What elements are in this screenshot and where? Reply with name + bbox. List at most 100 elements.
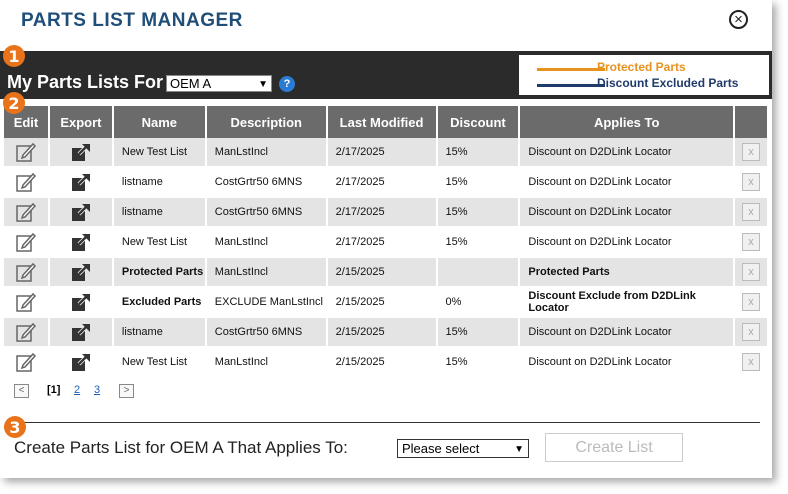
export-icon[interactable] — [71, 264, 91, 281]
table-header-row: Edit Export Name Description Last Modifi… — [4, 106, 770, 138]
row-last-modified: 2/15/2025 — [326, 257, 438, 288]
export-icon[interactable] — [71, 294, 91, 311]
edit-cell — [4, 197, 50, 228]
section-divider — [12, 422, 760, 423]
table-row: Excluded Parts EXCLUDE ManLstIncl 2/15/202… — [4, 287, 770, 318]
pager-page-3-link[interactable]: 3 — [94, 384, 100, 396]
oem-select-value: OEM A — [170, 76, 212, 91]
legend-excluded-label: Discount Excluded Parts — [597, 76, 739, 90]
table-row: listname CostGrtr50 6MNS 2/15/2025 15% Disco… — [4, 317, 770, 348]
table-row: listname CostGrtr50 6MNS 2/17/2025 15% Disco… — [4, 197, 770, 228]
parts-list-dialog: PARTS LIST MANAGER × 1 My Parts Lists Fo… — [0, 0, 772, 478]
row-name: New Test List — [112, 227, 207, 258]
edit-icon[interactable] — [15, 142, 37, 162]
pager-next-button[interactable]: > — [119, 384, 134, 398]
col-header-discount[interactable]: Discount — [436, 106, 521, 138]
export-cell — [48, 227, 114, 258]
row-last-modified: 2/17/2025 — [326, 197, 438, 228]
row-name: Excluded Parts — [112, 287, 207, 318]
export-icon[interactable] — [71, 354, 91, 371]
export-icon[interactable] — [71, 174, 91, 191]
edit-icon[interactable] — [15, 202, 37, 222]
edit-icon[interactable] — [15, 292, 37, 312]
row-applies-to: Discount on D2DLink Locator — [519, 347, 735, 378]
edit-cell — [4, 167, 50, 198]
delete-cell: x — [733, 197, 770, 228]
export-icon[interactable] — [71, 324, 91, 341]
edit-icon[interactable] — [15, 322, 37, 342]
edit-icon[interactable] — [15, 352, 37, 372]
table-row: listname CostGrtr50 6MNS 2/17/2025 15% Disco… — [4, 167, 770, 198]
col-header-applies-to[interactable]: Applies To — [519, 106, 735, 138]
edit-icon[interactable] — [15, 172, 37, 192]
edit-icon[interactable] — [15, 262, 37, 282]
delete-cell: x — [733, 347, 770, 378]
row-applies-to: Discount on D2DLink Locator — [519, 227, 735, 258]
pager-page-2-link[interactable]: 2 — [74, 384, 80, 396]
delete-cell: x — [733, 257, 770, 288]
help-icon[interactable]: ? — [279, 76, 295, 92]
parts-lists-table: Edit Export Name Description Last Modifi… — [4, 106, 770, 378]
export-icon[interactable] — [71, 204, 91, 221]
delete-row-button[interactable]: x — [741, 323, 760, 341]
row-description: ManLstIncl — [205, 227, 328, 258]
edit-icon[interactable] — [15, 232, 37, 252]
row-name: listname — [112, 167, 207, 198]
delete-row-button[interactable]: x — [741, 353, 760, 371]
row-name: Protected Parts — [112, 257, 207, 288]
delete-row-button[interactable]: x — [741, 263, 760, 281]
edit-cell — [4, 317, 50, 348]
my-lists-label: My Parts Lists For — [7, 72, 164, 92]
delete-cell: x — [733, 167, 770, 198]
chevron-down-icon: ▼ — [514, 444, 524, 455]
row-discount: 0% — [436, 287, 521, 318]
row-last-modified: 2/17/2025 — [326, 167, 438, 198]
export-cell — [48, 317, 114, 348]
row-discount: 15% — [436, 347, 521, 378]
chevron-down-icon: ▼ — [258, 79, 268, 90]
row-last-modified: 2/17/2025 — [326, 138, 438, 168]
row-name: New Test List — [112, 347, 207, 378]
delete-row-button[interactable]: x — [741, 233, 760, 251]
row-last-modified: 2/15/2025 — [326, 287, 438, 318]
export-icon[interactable] — [71, 144, 91, 161]
create-list-button[interactable]: Create List — [545, 433, 683, 462]
table-row: New Test List ManLstIncl 2/17/2025 15% Disco… — [4, 138, 770, 168]
row-name: New Test List — [112, 138, 207, 168]
row-description: ManLstIncl — [205, 138, 328, 168]
row-discount: 15% — [436, 317, 521, 348]
oem-select[interactable]: OEM A ▼ — [166, 75, 272, 92]
row-applies-to: Protected Parts — [519, 257, 735, 288]
row-description: ManLstIncl — [205, 347, 328, 378]
legend: Protected Parts Discount Excluded Parts — [519, 55, 769, 95]
step-badge-1: 1 — [3, 45, 25, 67]
applies-to-select[interactable]: Please select ▼ — [397, 439, 529, 458]
close-icon[interactable]: × — [729, 10, 748, 29]
table-row: New Test List ManLstIncl 2/17/2025 15% Disco… — [4, 227, 770, 258]
edit-cell — [4, 287, 50, 318]
export-cell — [48, 197, 114, 228]
row-applies-to: Discount on D2DLink Locator — [519, 138, 735, 168]
delete-row-button[interactable]: x — [741, 173, 760, 191]
row-description: ManLstIncl — [205, 257, 328, 288]
delete-row-button[interactable]: x — [741, 203, 760, 221]
delete-row-button[interactable]: x — [741, 143, 760, 161]
col-header-description[interactable]: Description — [205, 106, 328, 138]
create-list-label: Create Parts List for OEM A That Applies… — [14, 438, 348, 457]
delete-cell: x — [733, 138, 770, 168]
legend-protected-line — [537, 68, 605, 71]
col-header-last-modified[interactable]: Last Modified — [326, 106, 438, 138]
export-icon[interactable] — [71, 234, 91, 251]
row-applies-to: Discount on D2DLink Locator — [519, 167, 735, 198]
export-cell — [48, 167, 114, 198]
row-name: listname — [112, 197, 207, 228]
delete-row-button[interactable]: x — [741, 293, 760, 311]
pager-current-page: [1] — [47, 384, 61, 396]
delete-cell: x — [733, 317, 770, 348]
row-discount: 15% — [436, 167, 521, 198]
col-header-delete — [733, 106, 770, 138]
applies-to-select-value: Please select — [402, 441, 480, 456]
pager-prev-button[interactable]: < — [14, 384, 29, 398]
col-header-name[interactable]: Name — [112, 106, 207, 138]
row-last-modified: 2/17/2025 — [326, 227, 438, 258]
